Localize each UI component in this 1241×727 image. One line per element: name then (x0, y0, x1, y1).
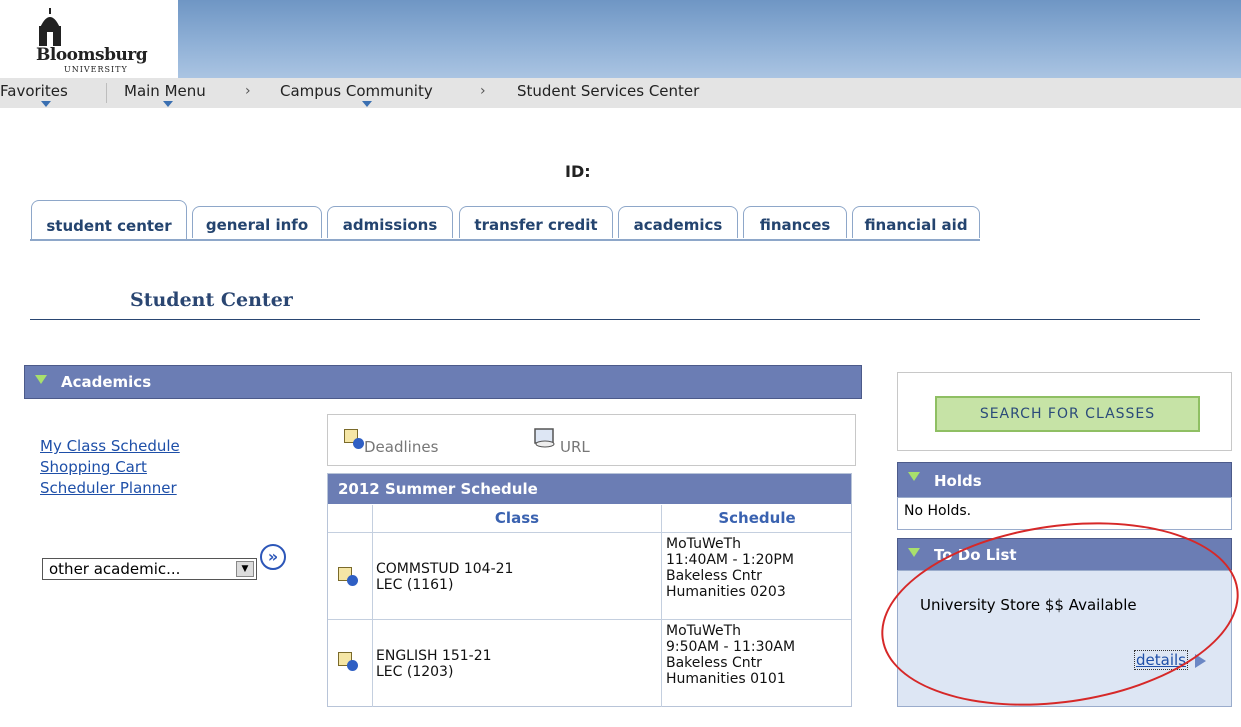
column-divider (661, 505, 662, 707)
search-for-classes-button[interactable]: SEARCH FOR CLASSES (935, 396, 1200, 432)
title-divider (30, 319, 1200, 320)
schedule-cell: MoTuWeTh 9:50AM - 11:30AM Bakeless Cntr … (666, 623, 796, 687)
class-cell: ENGLISH 151-21 LEC (1203) (376, 648, 492, 680)
deadlines-toolbar: Deadlines URL (327, 414, 856, 466)
go-button[interactable]: » (260, 544, 286, 570)
university-logo[interactable]: Bloomsburg UNIVERSITY (0, 0, 178, 78)
tab-transfer-credit[interactable]: transfer credit (459, 206, 613, 238)
schedule-cell: MoTuWeTh 11:40AM - 1:20PM Bakeless Cntr … (666, 536, 794, 600)
todo-header[interactable]: To Do List (897, 538, 1232, 572)
other-academic-select[interactable]: other academic... ▼ (42, 558, 257, 580)
holds-body: No Holds. (897, 497, 1232, 530)
chevron-down-icon[interactable] (163, 101, 173, 107)
collapse-triangle-icon[interactable] (908, 472, 920, 481)
play-arrow-icon[interactable] (1195, 654, 1206, 668)
class-schedule-table: 2012 Summer Schedule Class Schedule COMM… (327, 473, 852, 707)
info-dot-icon (347, 660, 358, 671)
deadlines-link[interactable]: Deadlines (364, 438, 438, 456)
breadcrumb-arrow-icon: › (245, 83, 251, 99)
tab-baseline (30, 239, 980, 241)
holds-header-label: Holds (934, 472, 982, 490)
todo-body: University Store $$ Available details (897, 570, 1232, 707)
nav-favorites[interactable]: Favorites (0, 82, 68, 100)
breadcrumb-bar: Favorites Main Menu › Campus Community ›… (0, 78, 1241, 108)
info-dot-icon (353, 438, 364, 449)
todo-header-label: To Do List (934, 546, 1017, 564)
academics-header-label: Academics (61, 373, 152, 391)
nav-main-menu[interactable]: Main Menu (124, 82, 206, 100)
column-divider (372, 505, 373, 707)
tab-financial-aid[interactable]: financial aid (852, 206, 980, 238)
url-link[interactable]: URL (560, 438, 590, 456)
collapse-triangle-icon[interactable] (35, 375, 47, 384)
column-header-schedule: Schedule (718, 509, 796, 527)
class-cell: COMMSTUD 104-21 LEC (1161) (376, 561, 514, 593)
header-banner (0, 0, 1241, 78)
scheduler-planner-link[interactable]: Scheduler Planner (40, 479, 177, 497)
nav-divider (106, 83, 107, 103)
my-class-schedule-link[interactable]: My Class Schedule (40, 437, 180, 455)
bell-tower-icon (39, 8, 61, 46)
holds-header[interactable]: Holds (897, 462, 1232, 498)
shopping-cart-link[interactable]: Shopping Cart (40, 458, 147, 476)
academics-header[interactable]: Academics (24, 365, 862, 399)
row-divider (328, 532, 851, 533)
tab-finances[interactable]: finances (743, 206, 847, 238)
nav-current-page: Student Services Center (517, 82, 700, 100)
column-header-class: Class (494, 509, 540, 527)
logo-subtitle: UNIVERSITY (64, 65, 128, 74)
tab-academics[interactable]: academics (618, 206, 738, 238)
nav-campus-community[interactable]: Campus Community (280, 82, 433, 100)
chevron-down-icon[interactable] (362, 101, 372, 107)
details-link[interactable]: details (1134, 650, 1188, 670)
student-id-label: ID: (565, 162, 591, 181)
breadcrumb-arrow-icon: › (480, 83, 486, 99)
collapse-triangle-icon[interactable] (908, 548, 920, 557)
row-divider (328, 619, 851, 620)
dropdown-arrow-icon[interactable]: ▼ (236, 561, 254, 577)
chevron-down-icon[interactable] (41, 101, 51, 107)
schedule-title: 2012 Summer Schedule (328, 474, 851, 504)
select-value: other academic... (49, 560, 181, 578)
tab-general-info[interactable]: general info (192, 206, 322, 238)
tab-student-center[interactable]: student center (31, 200, 187, 240)
logo-name: Bloomsburg (36, 45, 148, 65)
url-icon[interactable] (533, 427, 557, 449)
page-title: Student Center (130, 289, 293, 311)
info-dot-icon (347, 575, 358, 586)
todo-item: University Store $$ Available (920, 596, 1137, 614)
tab-admissions[interactable]: admissions (327, 206, 453, 238)
